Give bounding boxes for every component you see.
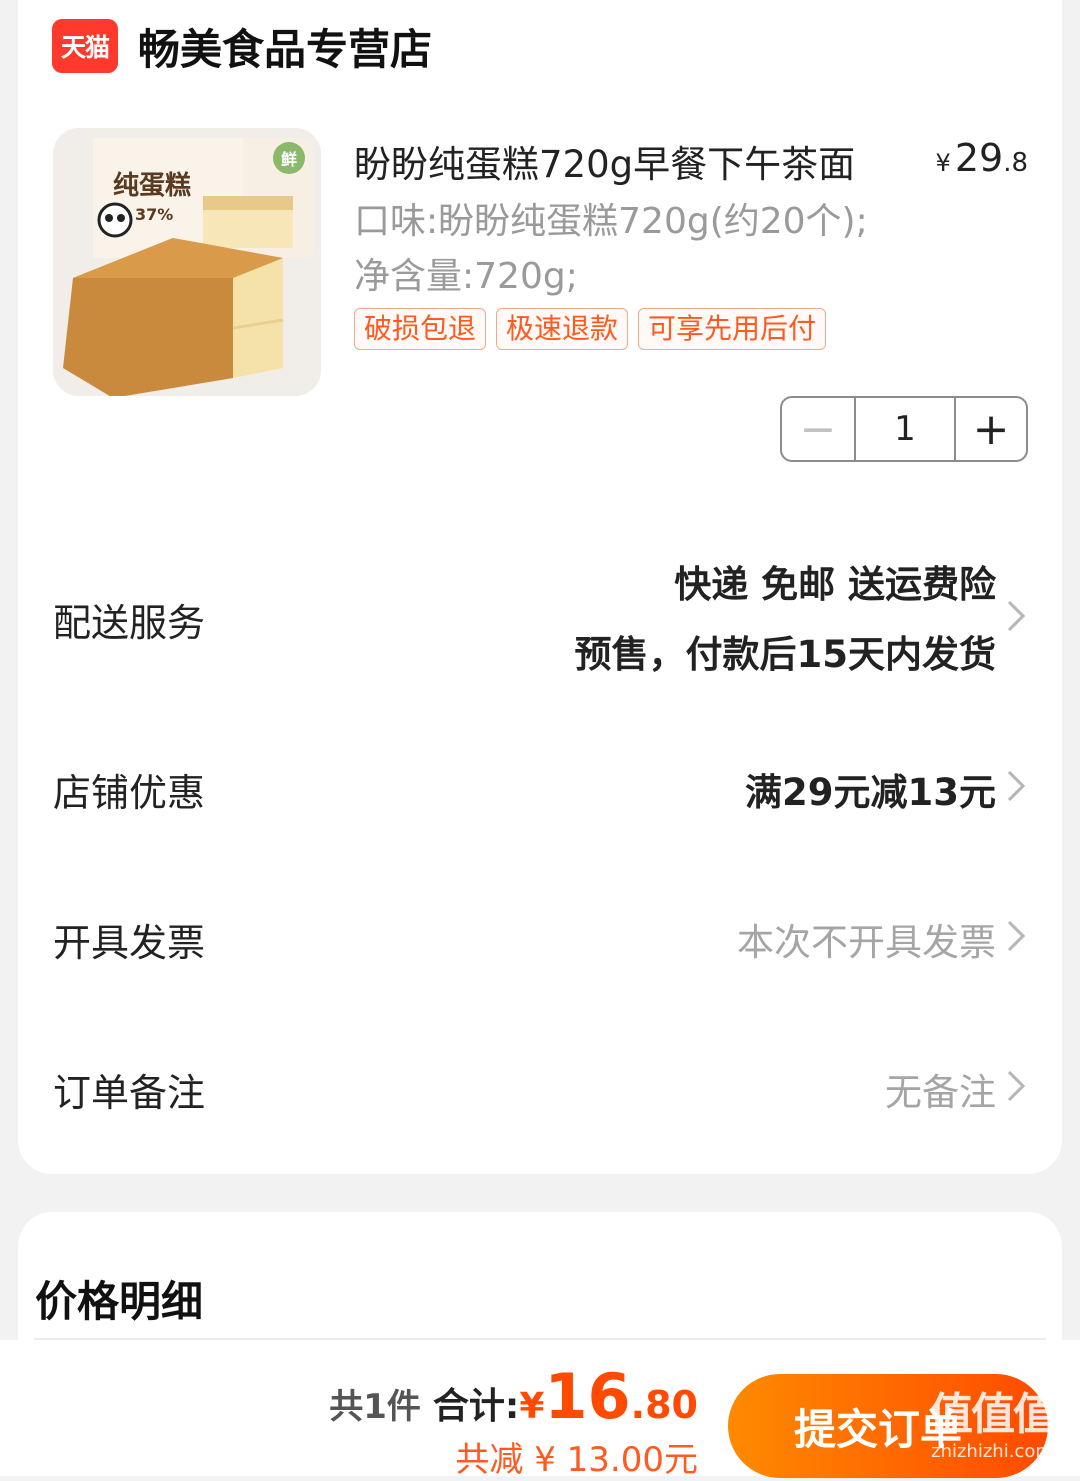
order-total: 共1件 合计: ¥ 16 .80 xyxy=(329,1360,698,1433)
invoice-value: 本次不开具发票 xyxy=(737,921,996,964)
remark-value: 无备注 xyxy=(885,1071,996,1114)
chevron-right-icon xyxy=(1007,600,1026,632)
invoice-row[interactable]: 开具发票 本次不开具发票 xyxy=(18,900,1062,980)
coupon-value: 满29元减13元 xyxy=(745,771,996,814)
price-integer: 29 xyxy=(954,136,1004,180)
order-card: 天猫 畅美食品专营店 鲜 纯蛋糕 37% 盼盼纯蛋糕720g早餐下午茶面 ¥29… xyxy=(18,0,1062,1174)
delivery-method: 快递 免邮 送运费险 xyxy=(674,563,996,606)
invoice-label: 开具发票 xyxy=(53,921,206,965)
product-image[interactable]: 鲜 纯蛋糕 37% xyxy=(53,128,321,396)
price-decimal: .8 xyxy=(1003,148,1028,178)
discount-total: 共减 ¥ 13.00元 xyxy=(455,1440,698,1480)
product-price: ¥29.8 xyxy=(936,136,1028,180)
price-detail-heading: 价格明细 xyxy=(35,1277,204,1326)
delivery-schedule: 预售，付款后15天内发货 xyxy=(574,633,997,676)
total-decimal: .80 xyxy=(630,1383,698,1427)
chevron-right-icon xyxy=(1007,770,1026,802)
decrease-button[interactable]: − xyxy=(782,398,854,460)
quantity-input[interactable]: 1 xyxy=(854,398,954,460)
product-sku[interactable]: 口味:盼盼纯蛋糕720g(约20个);净含量:720g; xyxy=(354,194,874,304)
box-percent-text: 37% xyxy=(135,205,173,224)
cake-box-illustration: 鲜 纯蛋糕 37% xyxy=(53,128,321,396)
tmall-logo-icon: 天猫 xyxy=(52,19,118,73)
store-name[interactable]: 畅美食品专营店 xyxy=(138,16,432,77)
delivery-label: 配送服务 xyxy=(53,601,206,645)
service-tags: 破损包退 极速退款 可享先用后付 xyxy=(354,308,827,350)
remark-row[interactable]: 订单备注 无备注 xyxy=(18,1050,1062,1130)
store-header[interactable]: 天猫 畅美食品专营店 xyxy=(52,18,432,74)
fresh-badge-text: 鲜 xyxy=(281,150,297,169)
product-title[interactable]: 盼盼纯蛋糕720g早餐下午茶面 xyxy=(354,134,855,188)
increase-button[interactable]: + xyxy=(954,398,1026,460)
total-label: 合计: xyxy=(432,1386,520,1427)
watermark-glyph: 值值值 xyxy=(929,1389,1057,1440)
total-integer: 16 xyxy=(544,1360,631,1433)
item-count: 共1件 xyxy=(329,1387,421,1427)
quantity-stepper: − 1 + xyxy=(780,396,1028,462)
chevron-right-icon xyxy=(1007,1070,1026,1102)
tag-damage-return: 破损包退 xyxy=(354,308,487,350)
coupon-label: 店铺优惠 xyxy=(53,771,206,815)
watermark-site: zhizhizhi.com xyxy=(931,1441,1053,1462)
price-currency: ¥ xyxy=(935,149,951,177)
tag-fast-refund: 极速退款 xyxy=(496,308,629,350)
box-label-text: 纯蛋糕 xyxy=(113,170,191,201)
site-watermark: 值值值 zhizhizhi.com xyxy=(912,1390,1072,1474)
chevron-right-icon xyxy=(1007,920,1026,952)
delivery-row[interactable]: 配送服务 快递 免邮 送运费险 预售，付款后15天内发货 xyxy=(18,540,1062,690)
total-currency: ¥ xyxy=(519,1386,545,1427)
tag-pay-later: 可享先用后付 xyxy=(638,308,827,350)
remark-label: 订单备注 xyxy=(53,1071,206,1115)
coupon-row[interactable]: 店铺优惠 满29元减13元 xyxy=(18,750,1062,830)
